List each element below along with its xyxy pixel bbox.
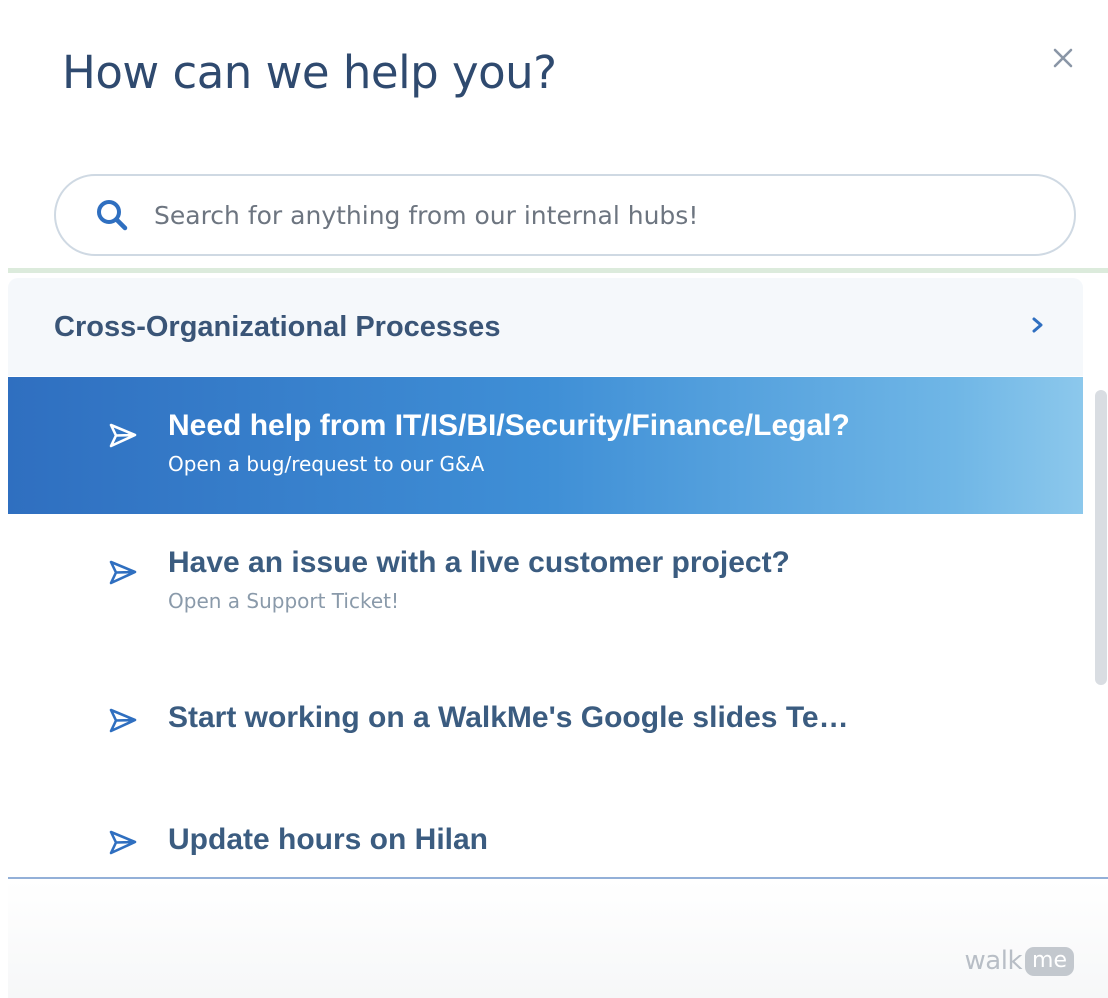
search-input[interactable] [152, 199, 1036, 231]
search-icon [94, 195, 134, 235]
item-subtitle: Open a bug/request to our G&A [168, 452, 485, 476]
brand-badge: me [1025, 946, 1074, 976]
category-header[interactable]: Cross-Organizational Processes [8, 278, 1083, 376]
help-widget: How can we help you? Cross-Organizationa… [0, 0, 1108, 998]
category-label: Cross-Organizational Processes [54, 310, 501, 343]
item-title: Need help from IT/IS/BI/Security/Finance… [168, 409, 850, 442]
close-button[interactable] [1045, 40, 1081, 76]
close-icon [1053, 48, 1073, 68]
footer: walk me [8, 880, 1108, 998]
paper-plane-icon [108, 421, 138, 451]
widget-title: How can we help you? [62, 46, 557, 99]
footer-divider [8, 877, 1108, 879]
item-title: Update hours on Hilan [168, 823, 489, 856]
search-box[interactable] [54, 174, 1076, 256]
item-subtitle: Open a Support Ticket! [168, 589, 399, 613]
list-item[interactable]: Start working on a WalkMe's Google slide… [8, 651, 1083, 788]
process-list: Need help from IT/IS/BI/Security/Finance… [8, 377, 1083, 898]
paper-plane-icon [108, 828, 138, 858]
paper-plane-icon [108, 706, 138, 736]
walkme-logo[interactable]: walk me [965, 946, 1074, 976]
item-title: Start working on a WalkMe's Google slide… [168, 701, 849, 734]
brand-text: walk [964, 946, 1023, 976]
chevron-right-icon [1031, 316, 1045, 339]
list-item[interactable]: Need help from IT/IS/BI/Security/Finance… [8, 377, 1083, 514]
paper-plane-icon [108, 558, 138, 588]
list-item[interactable]: Have an issue with a live customer proje… [8, 514, 1083, 651]
item-title: Have an issue with a live customer proje… [168, 546, 790, 579]
header-divider [8, 268, 1108, 273]
scrollbar[interactable] [1095, 390, 1107, 685]
